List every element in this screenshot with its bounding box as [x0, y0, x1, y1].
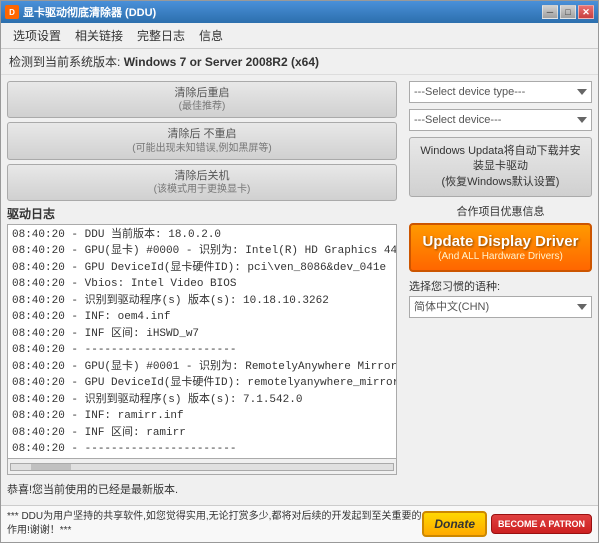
btn3-line2: (该模式用于更换显卡): [16, 183, 388, 196]
status-message: 恭喜!您当前使用的已经是最新版本.: [7, 479, 397, 499]
btn1-line2: (最佳推荐): [16, 100, 388, 113]
btn1-line1: 清除后重启: [16, 86, 388, 100]
language-section: 选择您习惯的语种: 简体中文(CHN): [409, 278, 592, 318]
donate-buttons: Donate BECOME A PATRON: [422, 511, 592, 537]
menu-info[interactable]: 信息: [193, 25, 229, 46]
language-select[interactable]: 简体中文(CHN): [409, 296, 592, 318]
log-line: 08:40:20 - GPU DeviceId(显卡硬件ID): pci\ven…: [12, 260, 392, 277]
log-line: 08:40:20 - -----------------------: [12, 342, 392, 359]
app-icon: D: [5, 5, 19, 19]
no-restart-clean-button[interactable]: 清除后 不重启 (可能出现未知错误,例如黑屏等): [7, 122, 397, 159]
btn2-line1: 清除后 不重启: [16, 127, 388, 141]
donate-text: *** DDU为用户坚持的共享软件,如您觉得实用,无论打赏多少,都将对后续的开发…: [7, 510, 422, 538]
windows-update-line2: (恢复Windows默认设置): [418, 175, 583, 190]
log-line: 08:40:20 - INF 区间: iHSWD_w7: [12, 326, 392, 343]
windows-update-button[interactable]: Windows Updata将自动下载并安装显卡驱动 (恢复Windows默认设…: [409, 137, 592, 197]
device-type-select[interactable]: ---Select device type---: [409, 81, 592, 103]
windows-update-line1: Windows Updata将自动下载并安装显卡驱动: [418, 144, 583, 175]
menu-options[interactable]: 选项设置: [7, 25, 67, 46]
status-prefix: 检测到当前系统版本:: [9, 55, 120, 69]
left-panel: 清除后重启 (最佳推荐) 清除后 不重启 (可能出现未知错误,例如黑屏等) 清除…: [1, 75, 403, 505]
right-panel: ---Select device type--- ---Select devic…: [403, 75, 598, 505]
title-bar-left: D 显卡驱动彻底清除器 (DDU): [5, 4, 156, 20]
donate-button[interactable]: Donate: [422, 511, 487, 537]
log-line: 08:40:20 - -----------------------: [12, 441, 392, 458]
log-scrollbar[interactable]: [7, 459, 397, 475]
update-driver-button[interactable]: Update Display Driver (And ALL Hardware …: [409, 223, 592, 272]
patron-button[interactable]: BECOME A PATRON: [491, 514, 592, 535]
update-driver-main-text: Update Display Driver: [417, 233, 584, 251]
h-scrollbar-track[interactable]: [10, 463, 394, 471]
close-button[interactable]: ✕: [578, 5, 594, 19]
menu-links[interactable]: 相关链接: [69, 25, 129, 46]
minimize-button[interactable]: ─: [542, 5, 558, 19]
title-controls: ─ □ ✕: [542, 5, 594, 19]
restart-clean-button[interactable]: 清除后重启 (最佳推荐): [7, 81, 397, 118]
donate-area: *** DDU为用户坚持的共享软件,如您觉得实用,无论打赏多少,都将对后续的开发…: [1, 505, 598, 542]
log-line: 08:40:20 - DDU 当前版本: 18.0.2.0: [12, 227, 392, 244]
status-value: Windows 7 or Server 2008R2 (x64): [124, 55, 319, 69]
partner-title: 合作项目优惠信息: [409, 203, 592, 219]
device-select[interactable]: ---Select device---: [409, 109, 592, 131]
status-bar: 检测到当前系统版本: Windows 7 or Server 2008R2 (x…: [1, 49, 598, 75]
shutdown-clean-button[interactable]: 清除后关机 (该模式用于更换显卡): [7, 164, 397, 201]
menu-log[interactable]: 完整日志: [131, 25, 191, 46]
log-line: 08:40:20 - 识别到驱动程序(s) 版本(s): 7.1.542.0: [12, 392, 392, 409]
h-scrollbar-thumb[interactable]: [31, 464, 71, 470]
title-bar: D 显卡驱动彻底清除器 (DDU) ─ □ ✕: [1, 1, 598, 23]
btn3-line1: 清除后关机: [16, 169, 388, 183]
log-line: 08:40:20 - INF 区间: ramirr: [12, 425, 392, 442]
window-title: 显卡驱动彻底清除器 (DDU): [23, 4, 156, 20]
log-line: 08:40:20 - Vbios: Intel Video BIOS: [12, 276, 392, 293]
menu-bar: 选项设置 相关链接 完整日志 信息: [1, 23, 598, 49]
maximize-button[interactable]: □: [560, 5, 576, 19]
log-title: 驱动日志: [7, 205, 397, 222]
partner-section: 合作项目优惠信息 Update Display Driver (And ALL …: [409, 203, 592, 272]
main-window: D 显卡驱动彻底清除器 (DDU) ─ □ ✕ 选项设置 相关链接 完整日志 信…: [0, 0, 599, 543]
log-line: 08:40:20 - INF: ramirr.inf: [12, 408, 392, 425]
btn2-line2: (可能出现未知错误,例如黑屏等): [16, 142, 388, 155]
log-line: 08:40:20 - INF: oem4.inf: [12, 309, 392, 326]
log-area[interactable]: 08:40:20 - DDU 当前版本: 18.0.2.008:40:20 - …: [7, 224, 397, 459]
log-line: 08:40:20 - GPU DeviceId(显卡硬件ID): remotel…: [12, 375, 392, 392]
update-driver-sub-text: (And ALL Hardware Drivers): [417, 251, 584, 262]
main-content: 清除后重启 (最佳推荐) 清除后 不重启 (可能出现未知错误,例如黑屏等) 清除…: [1, 75, 598, 505]
log-line: 08:40:20 - GPU(显卡) #0000 - 识别为: Intel(R)…: [12, 243, 392, 260]
log-section: 驱动日志 08:40:20 - DDU 当前版本: 18.0.2.008:40:…: [7, 205, 397, 475]
log-line: 08:40:20 - GPU(显卡) #0001 - 识别为: Remotely…: [12, 359, 392, 376]
log-line: 08:40:20 - 识别到驱动程序(s) 版本(s): 10.18.10.32…: [12, 293, 392, 310]
language-label: 选择您习惯的语种:: [409, 278, 592, 294]
